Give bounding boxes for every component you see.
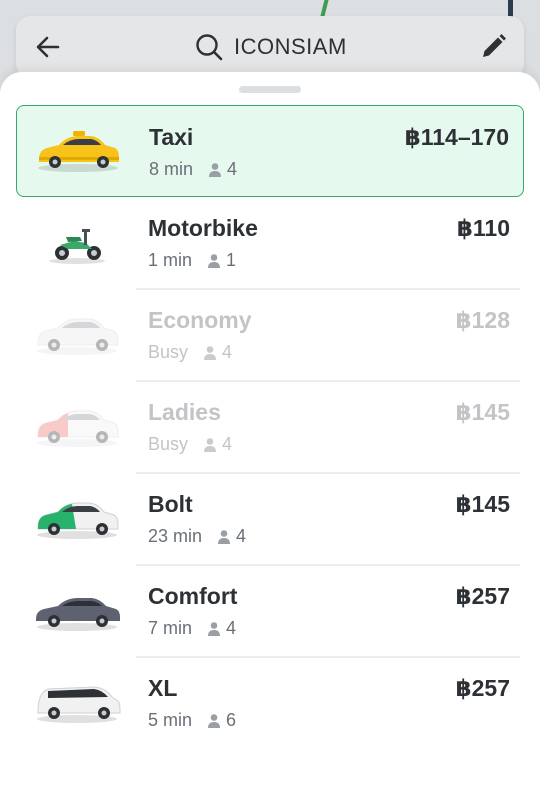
ride-meta: 8 min 4 (149, 159, 237, 180)
ride-seats: 4 (226, 618, 237, 638)
economy-car-icon (37, 318, 119, 355)
back-arrow-icon (36, 36, 60, 58)
ride-price: ฿257 (455, 583, 510, 609)
ride-name: Economy (148, 307, 252, 333)
ride-price: ฿145 (455, 399, 510, 425)
ride-seats: 1 (226, 250, 237, 270)
ride-seats: 4 (222, 342, 233, 362)
ride-option-ladies[interactable]: Ladies Busy 4 ฿145 (16, 381, 524, 474)
sheet-drag-handle[interactable] (239, 86, 301, 93)
person-icon (208, 621, 221, 636)
ride-name: Comfort (148, 583, 238, 609)
ride-seats: 6 (226, 710, 237, 730)
search-field[interactable]: ICONSIAM (194, 32, 347, 62)
ride-options-sheet: Taxi 8 min 4 ฿114–170 Motorbike 1 min 1 … (0, 72, 540, 804)
ride-seats: 4 (227, 159, 238, 179)
ride-eta: 7 min (148, 618, 193, 638)
ride-meta: 23 min 4 (148, 526, 246, 547)
back-button[interactable] (34, 33, 62, 61)
pencil-icon (483, 34, 506, 57)
ride-price: ฿114–170 (404, 124, 509, 150)
ride-name: XL (148, 675, 178, 701)
ride-meta: 7 min 4 (148, 618, 236, 639)
ladies-car-icon (37, 410, 119, 447)
motorbike-icon (49, 229, 105, 264)
ride-price: ฿145 (455, 491, 510, 517)
xl-van-icon (37, 686, 121, 723)
ride-name: Motorbike (148, 215, 258, 241)
ride-meta: Busy 4 (148, 434, 232, 455)
ride-eta: 5 min (148, 710, 193, 730)
destination-search-bar[interactable]: ICONSIAM (16, 16, 524, 78)
ride-price: ฿257 (455, 675, 510, 701)
ride-meta: 5 min 6 (148, 710, 236, 731)
ride-meta: 1 min 1 (148, 250, 236, 271)
person-icon (208, 713, 221, 728)
ride-price: ฿128 (455, 307, 510, 333)
person-icon (204, 345, 217, 360)
ride-name: Ladies (148, 399, 221, 425)
ride-eta: 1 min (148, 250, 193, 270)
ride-name: Bolt (148, 491, 193, 517)
ride-eta: 23 min (148, 526, 203, 546)
ride-eta: Busy (148, 434, 189, 454)
ride-meta: Busy 4 (148, 342, 232, 363)
person-icon (204, 437, 217, 452)
ride-seats: 4 (236, 526, 247, 546)
ride-option-xl[interactable]: XL 5 min 6 ฿257 (16, 657, 524, 749)
ride-name: Taxi (149, 124, 194, 150)
ride-option-taxi[interactable]: Taxi 8 min 4 ฿114–170 (16, 105, 524, 197)
ride-price: ฿110 (456, 215, 510, 241)
bolt-car-icon (37, 502, 119, 539)
search-icon (196, 34, 223, 61)
ride-option-economy[interactable]: Economy Busy 4 ฿128 (16, 289, 524, 382)
ride-eta: 8 min (149, 159, 194, 179)
ride-option-bolt[interactable]: Bolt 23 min 4 ฿145 (16, 473, 524, 566)
search-value: ICONSIAM (234, 34, 347, 59)
person-icon (209, 162, 222, 177)
ride-eta: Busy (148, 342, 189, 362)
ride-option-motorbike[interactable]: Motorbike 1 min 1 ฿110 (16, 197, 524, 290)
edit-destination-button[interactable] (478, 32, 508, 62)
person-icon (208, 253, 221, 268)
taxi-car-icon (38, 131, 119, 172)
person-icon (218, 529, 231, 544)
comfort-car-icon (36, 598, 120, 631)
ride-seats: 4 (222, 434, 233, 454)
ride-option-comfort[interactable]: Comfort 7 min 4 ฿257 (16, 565, 524, 658)
